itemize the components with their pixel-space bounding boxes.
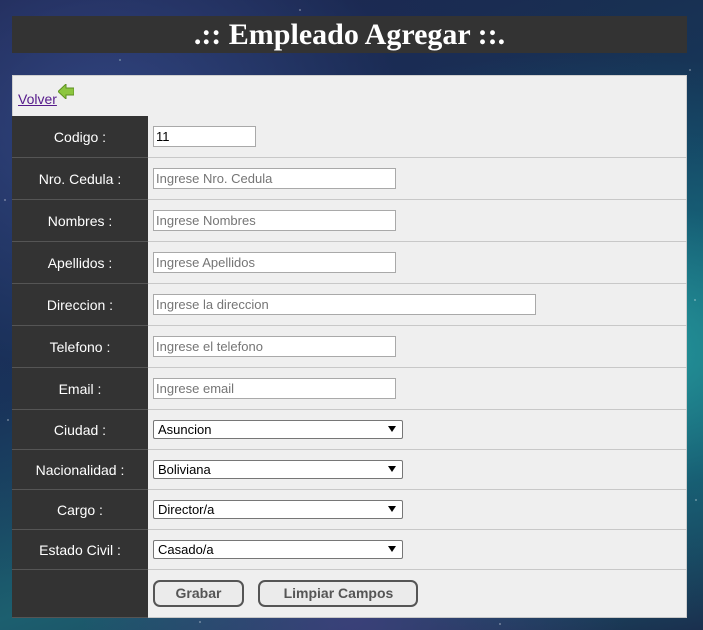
- chevron-down-icon: [388, 546, 396, 552]
- nombres-input[interactable]: [153, 210, 396, 231]
- back-link-label: Volver: [18, 91, 57, 107]
- direccion-input[interactable]: [153, 294, 536, 315]
- cedula-label: Nro. Cedula :: [12, 157, 148, 200]
- nacionalidad-select[interactable]: Boliviana: [153, 460, 403, 479]
- form-row-direccion: Direccion :: [12, 283, 687, 326]
- clear-fields-button[interactable]: Limpiar Campos: [258, 580, 419, 607]
- estado-civil-select[interactable]: Casado/a: [153, 540, 403, 559]
- form-row-ciudad: Ciudad : Asuncion: [12, 409, 687, 450]
- nacionalidad-label: Nacionalidad :: [12, 449, 148, 490]
- apellidos-label: Apellidos :: [12, 241, 148, 284]
- ciudad-select[interactable]: Asuncion: [153, 420, 403, 439]
- save-button[interactable]: Grabar: [153, 580, 244, 607]
- chevron-down-icon: [388, 506, 396, 512]
- chevron-down-icon: [388, 466, 396, 472]
- form-row-cedula: Nro. Cedula :: [12, 157, 687, 200]
- form-row-cargo: Cargo : Director/a: [12, 489, 687, 530]
- chevron-down-icon: [388, 426, 396, 432]
- cargo-selected-value: Director/a: [158, 502, 215, 517]
- codigo-label: Codigo :: [12, 116, 148, 158]
- form-row-nacionalidad: Nacionalidad : Boliviana: [12, 449, 687, 490]
- page-title: .:: Empleado Agregar ::.: [12, 16, 687, 53]
- codigo-input[interactable]: [153, 126, 256, 147]
- direccion-label: Direccion :: [12, 283, 148, 326]
- cedula-input[interactable]: [153, 168, 396, 189]
- back-row: Volver: [12, 75, 687, 117]
- estado-civil-selected-value: Casado/a: [158, 542, 214, 557]
- form-row-nombres: Nombres :: [12, 199, 687, 242]
- form-row-actions: Grabar Limpiar Campos: [12, 569, 687, 618]
- arrow-left-icon: [57, 82, 75, 102]
- actions-label-cell: [12, 569, 148, 618]
- email-input[interactable]: [153, 378, 396, 399]
- telefono-label: Telefono :: [12, 325, 148, 368]
- form-row-estado-civil: Estado Civil : Casado/a: [12, 529, 687, 570]
- cargo-select[interactable]: Director/a: [153, 500, 403, 519]
- cargo-label: Cargo :: [12, 489, 148, 530]
- ciudad-selected-value: Asuncion: [158, 422, 212, 437]
- form-row-email: Email :: [12, 367, 687, 410]
- back-link[interactable]: Volver: [18, 82, 75, 108]
- form-row-codigo: Codigo :: [12, 116, 687, 158]
- email-label: Email :: [12, 367, 148, 410]
- apellidos-input[interactable]: [153, 252, 396, 273]
- employee-form: Codigo : Nro. Cedula : Nombres : Apellid…: [12, 116, 687, 618]
- nombres-label: Nombres :: [12, 199, 148, 242]
- telefono-input[interactable]: [153, 336, 396, 357]
- estado-civil-label: Estado Civil :: [12, 529, 148, 570]
- nacionalidad-selected-value: Boliviana: [158, 462, 211, 477]
- form-row-apellidos: Apellidos :: [12, 241, 687, 284]
- form-row-telefono: Telefono :: [12, 325, 687, 368]
- ciudad-label: Ciudad :: [12, 409, 148, 450]
